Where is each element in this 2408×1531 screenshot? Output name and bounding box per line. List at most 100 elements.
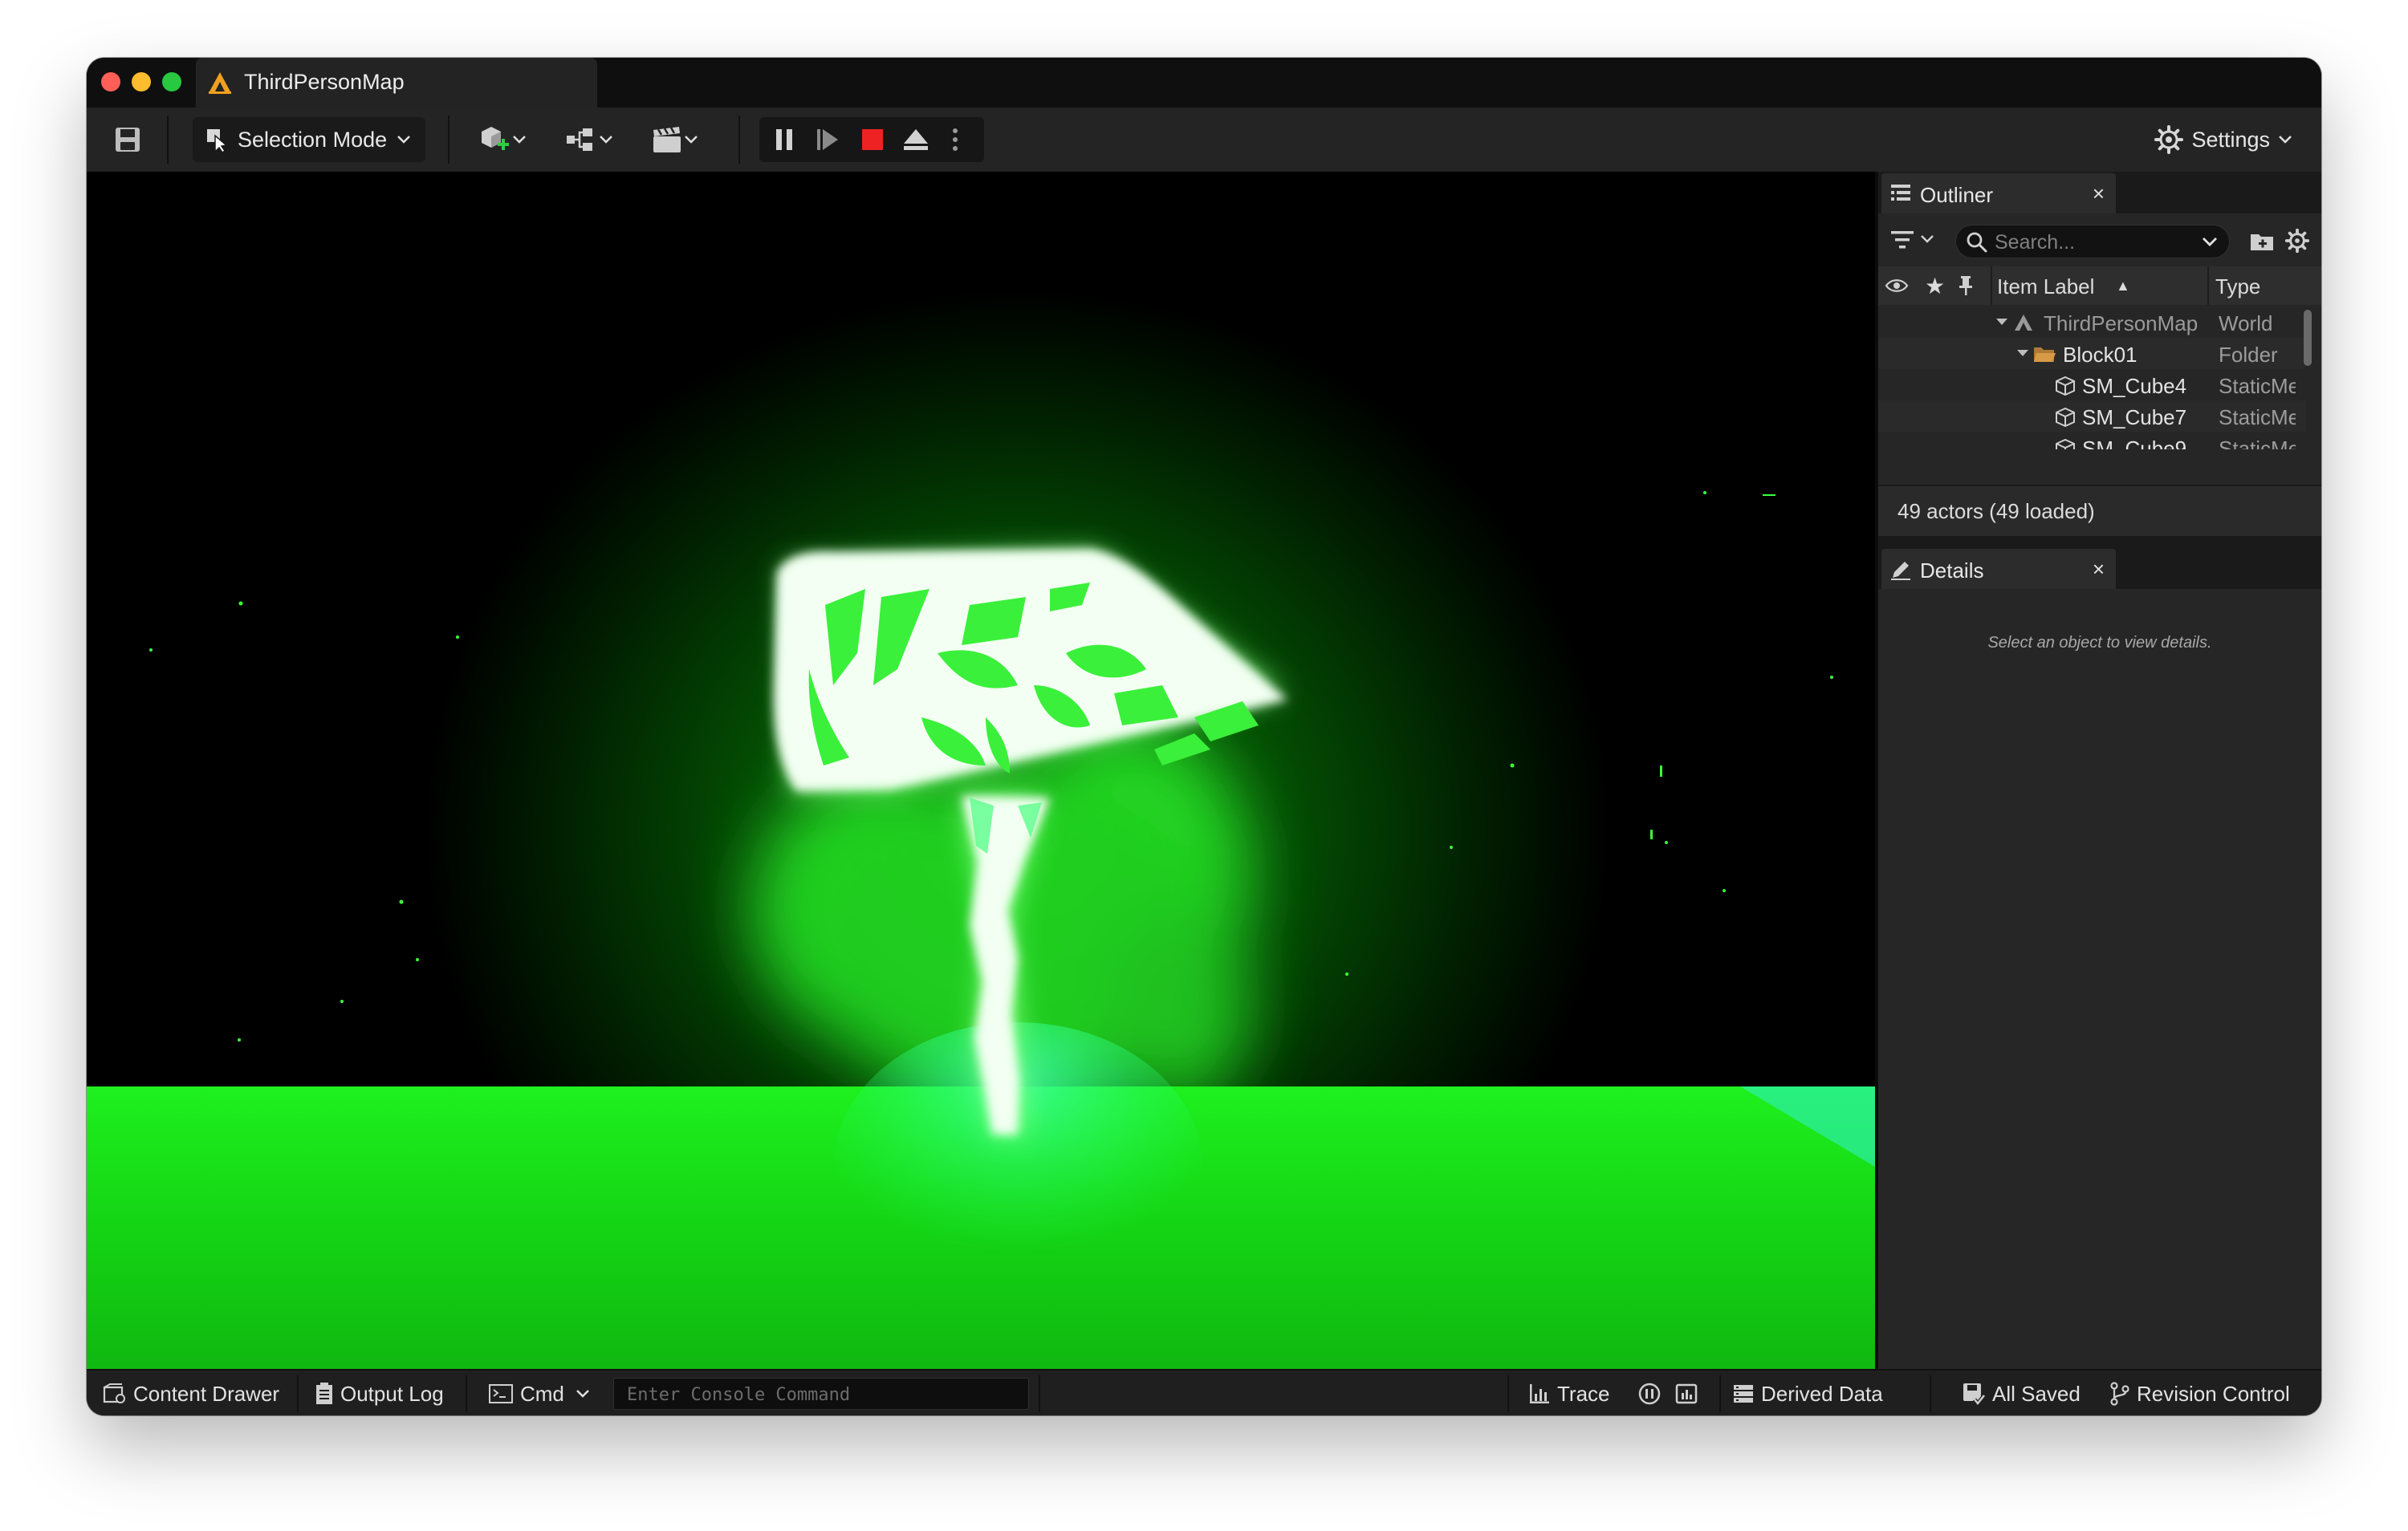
settings-dropdown[interactable]: Settings [2154, 117, 2292, 162]
static-mesh-icon [2056, 438, 2075, 449]
status-separator [297, 1375, 299, 1412]
chevron-down-icon [513, 136, 526, 144]
level-viewport[interactable] [87, 172, 1875, 1369]
blueprint-icon [567, 128, 592, 151]
trace-record-button[interactable] [1637, 1371, 1662, 1415]
trace-snapshot-button[interactable] [1674, 1371, 1698, 1415]
main-toolbar: Selection Mode Settings [87, 108, 2321, 173]
tree-item-type: StaticMeshActor [2219, 437, 2296, 449]
chevron-down-icon [685, 136, 698, 144]
item-label-column-header[interactable]: Item Label [1997, 274, 2094, 299]
level-icon [209, 72, 231, 94]
outliner-search-input[interactable] [1993, 230, 2189, 254]
save-button[interactable] [106, 119, 149, 160]
settings-label: Settings [2191, 127, 2270, 152]
tree-item-label: SM_Cube4 [2082, 374, 2187, 398]
add-folder-button[interactable] [2247, 226, 2276, 255]
outliner-tab[interactable]: Outliner × [1881, 173, 2116, 213]
trace-button[interactable]: Trace [1528, 1371, 1610, 1415]
console-command-box[interactable] [613, 1378, 1029, 1410]
pause-button[interactable] [764, 120, 804, 159]
status-bar: Content Drawer Output Log Cmd Enter Cons… [87, 1369, 2321, 1415]
tree-row-actor[interactable]: SM_Cube9 StaticMeshActor [1878, 432, 2305, 449]
zoom-window-button[interactable] [162, 72, 181, 91]
more-options-icon [953, 128, 958, 151]
outliner-scrollbar[interactable] [2304, 310, 2312, 366]
add-actor-icon [482, 127, 509, 150]
details-panel: Select an object to view details. [1878, 589, 2321, 1369]
derived-data-button[interactable]: Derived Data [1732, 1371, 1883, 1415]
gear-icon [2285, 229, 2309, 253]
tree-row-actor[interactable]: SM_Cube4 StaticMeshActor [1878, 369, 2305, 400]
filter-icon [1891, 231, 1934, 249]
outliner-settings-button[interactable] [2283, 226, 2312, 255]
tree-row-folder[interactable]: Block01 Folder [1878, 338, 2305, 369]
output-log-icon [316, 1383, 332, 1404]
trace-icon [1530, 1384, 1549, 1403]
add-actor-dropdown[interactable] [470, 119, 535, 160]
tree-row-world[interactable]: ThirdPersonMap World [1878, 307, 2305, 338]
folder-icon [2034, 347, 2056, 362]
actor-count-label: 49 actors (49 loaded) [1898, 499, 2095, 523]
details-empty-hint: Select an object to view details. [1987, 634, 2212, 652]
stop-icon [862, 129, 883, 150]
cinematics-dropdown[interactable] [642, 119, 706, 160]
blueprint-dropdown[interactable] [557, 119, 621, 160]
close-outliner-button[interactable]: × [2093, 181, 2105, 206]
close-window-button[interactable] [101, 72, 120, 91]
console-command-input[interactable] [625, 1383, 1014, 1407]
visibility-eye-icon[interactable] [1885, 278, 1909, 294]
eject-button[interactable] [896, 120, 936, 159]
outliner-search-row [1878, 213, 2321, 266]
level-tab-title: ThirdPersonMap [244, 70, 405, 94]
all-saved-button[interactable]: All Saved [1962, 1371, 2081, 1415]
outliner-search-box[interactable] [1955, 225, 2230, 258]
status-separator [466, 1375, 467, 1412]
filter-dropdown[interactable] [1889, 226, 1938, 258]
cmd-dropdown[interactable]: Cmd [488, 1371, 590, 1415]
right-panel: Outliner × Search... ★ Item Label ▲ Type… [1875, 172, 2321, 1369]
selection-mode-dropdown[interactable]: Selection Mode [193, 117, 425, 162]
add-folder-icon [2251, 234, 2273, 250]
output-log-button[interactable]: Output Log [315, 1371, 444, 1415]
status-separator [1719, 1375, 1721, 1412]
pin-icon[interactable] [1959, 274, 1973, 297]
eject-icon [904, 129, 928, 150]
sort-ascending-icon: ▲ [2116, 278, 2130, 294]
revision-control-button[interactable]: Revision Control [2109, 1371, 2290, 1415]
clapperboard-icon [653, 127, 681, 152]
favorite-star-icon[interactable]: ★ [1925, 273, 1945, 299]
play-controls [759, 117, 984, 162]
viewport-scene [87, 491, 1875, 1369]
outliner-panel: ★ Item Label ▲ Type ThirdPersonMap [1878, 213, 2321, 485]
tree-item-label: SM_Cube7 [2082, 405, 2187, 429]
save-icon [116, 128, 140, 152]
output-log-label: Output Log [340, 1381, 444, 1406]
level-tab[interactable]: ThirdPersonMap [196, 58, 597, 108]
world-icon [2015, 315, 2032, 331]
chevron-down-icon [2279, 136, 2292, 144]
terminal-icon [489, 1384, 513, 1403]
snapshot-icon [1675, 1383, 1698, 1404]
frame-skip-button[interactable] [807, 120, 848, 159]
frame-skip-icon [817, 129, 838, 150]
expand-arrow-icon[interactable] [2016, 349, 2029, 357]
stop-button[interactable] [852, 120, 893, 159]
expand-arrow-icon[interactable] [1995, 318, 2008, 326]
content-drawer-button[interactable]: Content Drawer [103, 1371, 279, 1415]
close-details-button[interactable]: × [2093, 557, 2105, 582]
minimize-window-button[interactable] [132, 72, 151, 91]
select-cursor-icon [207, 129, 228, 153]
details-tab[interactable]: Details × [1881, 549, 2116, 589]
type-column-header[interactable]: Type [2215, 274, 2260, 299]
play-options-button[interactable] [941, 120, 970, 159]
record-icon [1638, 1383, 1661, 1405]
outliner-tab-label: Outliner [1920, 183, 1994, 207]
selection-mode-label: Selection Mode [238, 127, 388, 152]
status-separator [1039, 1375, 1040, 1412]
tree-row-actor[interactable]: SM_Cube7 StaticMeshActor [1878, 400, 2305, 432]
outliner-icon [1891, 185, 1910, 201]
tree-item-label: Block01 [2063, 343, 2138, 367]
toolbar-separator [738, 116, 740, 164]
revision-control-label: Revision Control [2137, 1381, 2290, 1406]
